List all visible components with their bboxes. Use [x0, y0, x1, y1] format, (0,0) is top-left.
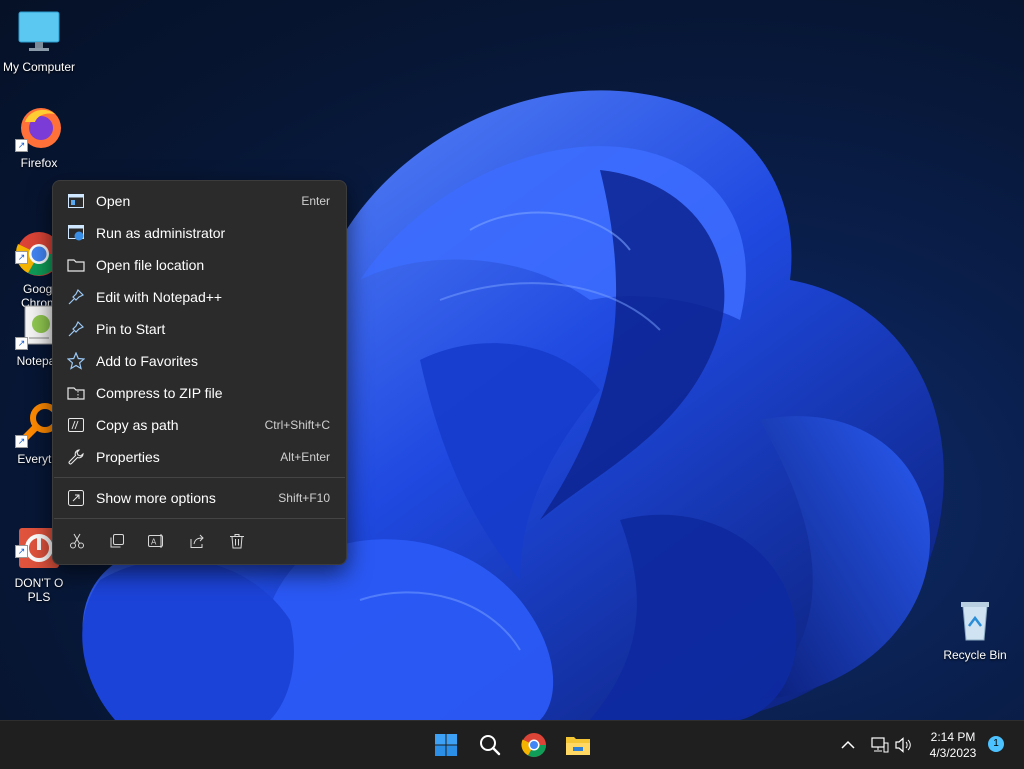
svg-text:A: A [151, 538, 157, 547]
pin-icon [67, 320, 85, 338]
delete-button[interactable] [225, 529, 249, 553]
volume-icon [895, 737, 911, 753]
file-explorer-button[interactable] [562, 729, 594, 761]
recycle-bin-icon [951, 596, 999, 644]
clock[interactable]: 2:14 PM 4/3/2023 [914, 729, 992, 761]
rename-button[interactable]: A [145, 529, 169, 553]
menu-separator [54, 477, 345, 478]
taskbar: 2:14 PM 4/3/2023 [0, 720, 1024, 769]
firefox-icon: ↗ [15, 104, 63, 152]
menu-item-compress-to-zip[interactable]: Compress to ZIP file [57, 378, 342, 408]
chevron-up-icon [841, 740, 855, 749]
shortcut-arrow-icon: ↗ [15, 435, 28, 448]
desktop-icon-label: Firefox [20, 156, 58, 170]
notification-badge[interactable]: 1 [988, 736, 1004, 752]
desktop-icon-label: DON'T O PLS [14, 576, 64, 604]
delete-icon [230, 534, 244, 549]
menu-item-edit-with-notepad[interactable]: Edit with Notepad++ [57, 282, 342, 312]
context-action-bar: A [57, 526, 342, 556]
show-hidden-icons-button[interactable] [832, 729, 864, 761]
desktop-icon-firefox[interactable]: ↗ Firefox [0, 104, 78, 170]
menu-item-properties[interactable]: Properties Alt+Enter [57, 442, 342, 472]
desktop-icon-label: My Computer [2, 60, 76, 74]
clock-date: 4/3/2023 [929, 746, 977, 760]
search-button[interactable] [474, 729, 506, 761]
search-icon [480, 735, 501, 756]
network-icon [871, 737, 889, 753]
zip-folder-icon [67, 384, 85, 402]
cut-button[interactable] [65, 529, 89, 553]
cut-icon [70, 533, 84, 549]
folder-icon [67, 256, 85, 274]
start-icon [435, 734, 457, 756]
clock-time: 2:14 PM [930, 730, 976, 744]
rename-icon: A [148, 534, 163, 548]
menu-item-pin-to-start[interactable]: Pin to Start [57, 314, 342, 344]
shortcut-arrow-icon: ↗ [15, 251, 28, 264]
menu-separator [54, 518, 345, 519]
shortcut-arrow-icon: ↗ [15, 337, 28, 350]
desktop-icon-my-computer[interactable]: My Computer [0, 8, 78, 74]
start-button[interactable] [430, 729, 462, 761]
desktop-icon-recycle-bin[interactable]: Recycle Bin [936, 596, 1014, 662]
menu-item-show-more-options[interactable]: Show more options Shift+F10 [57, 483, 342, 513]
star-icon [67, 352, 85, 370]
menu-item-run-as-administrator[interactable]: Run as administrator [57, 218, 342, 248]
share-icon [190, 534, 204, 548]
shortcut-arrow-icon: ↗ [15, 545, 28, 558]
menu-item-copy-as-path[interactable]: Copy as path Ctrl+Shift+C [57, 410, 342, 440]
pin-icon [67, 288, 85, 306]
shortcut-arrow-icon: ↗ [15, 139, 28, 152]
desktop-icon-label: Recycle Bin [943, 648, 1007, 662]
file-explorer-icon [566, 737, 590, 755]
chrome-taskbar-button[interactable] [518, 729, 550, 761]
shield-window-icon [67, 224, 85, 242]
copy-icon [110, 534, 124, 548]
expand-icon [67, 489, 85, 507]
menu-item-add-to-favorites[interactable]: Add to Favorites [57, 346, 342, 376]
share-button[interactable] [185, 529, 209, 553]
window-icon [67, 192, 85, 210]
copy-button[interactable] [105, 529, 129, 553]
copy-path-icon [67, 416, 85, 434]
menu-item-open-file-location[interactable]: Open file location [57, 250, 342, 280]
menu-item-open[interactable]: Open Enter [57, 186, 342, 216]
wrench-icon [67, 448, 85, 466]
context-menu: Open Enter Run as administrator Open fil… [52, 180, 347, 565]
chrome-icon [521, 733, 546, 758]
computer-icon [15, 8, 63, 56]
